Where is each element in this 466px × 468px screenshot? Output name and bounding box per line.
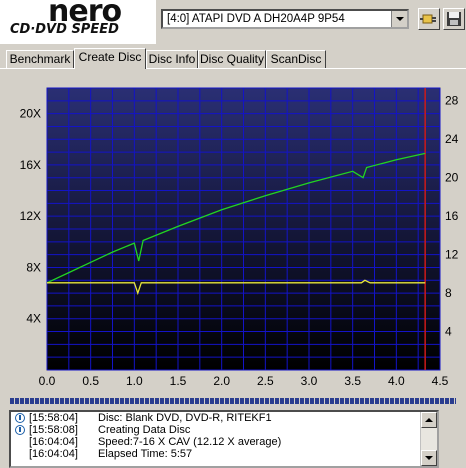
- y-right-tick-label: 24: [445, 132, 459, 146]
- info-icon: [15, 413, 25, 423]
- x-tick-label: 4.0: [388, 374, 405, 388]
- x-tick-label: 0.5: [82, 374, 99, 388]
- y-right-tick-label: 8: [445, 286, 452, 300]
- y-right-tick-label: 20: [445, 171, 459, 185]
- scroll-up-icon[interactable]: [421, 412, 437, 428]
- tab-disc-quality[interactable]: Disc Quality: [198, 50, 266, 68]
- logo: nero CD·DVD SPEED: [0, 0, 156, 44]
- y-right-tick-label: 4: [445, 325, 452, 339]
- drive-selector-value: [4:0] ATAPI DVD A DH20A4P 9P54: [167, 13, 345, 25]
- log-panel: [15:58:04] Disc: Blank DVD, DVD-R, RITEK…: [9, 410, 439, 468]
- log-time: [16:04:04]: [29, 436, 78, 448]
- y-right-tick-label: 28: [445, 94, 459, 108]
- speed-chart: 0.0 0.5 1.0 1.5 2.0 2.5 3.0 3.5 4.0 4.5 4X 8X 12X 16X…: [20, 87, 459, 388]
- log-entry: [15:58:04] Disc: Blank DVD, DVD-R, RITEK…: [11, 412, 437, 424]
- disk-save-icon: [447, 12, 461, 26]
- tab-benchmark[interactable]: Benchmark: [6, 50, 74, 68]
- tab-disc-info[interactable]: Disc Info: [146, 50, 198, 68]
- log-message: Elapsed Time: 5:57: [98, 448, 193, 460]
- y-left-tick-label: 12X: [20, 209, 41, 223]
- x-tick-label: 3.0: [301, 374, 318, 388]
- logo-product: CD·DVD SPEED: [10, 22, 119, 37]
- x-tick-label: 2.0: [213, 374, 230, 388]
- progress-strip: [10, 398, 456, 404]
- y-right-tick-label: 12: [445, 248, 459, 262]
- connect-button[interactable]: [418, 8, 440, 30]
- log-entry: [15:58:08] Creating Data Disc: [11, 424, 437, 436]
- log-time: [15:58:08]: [29, 424, 78, 436]
- plug-icon: [420, 14, 436, 24]
- drive-selector[interactable]: [4:0] ATAPI DVD A DH20A4P 9P54: [161, 9, 409, 29]
- y-right-tick-label: 16: [445, 209, 459, 223]
- x-tick-label: 1.0: [126, 374, 143, 388]
- info-icon: [15, 425, 25, 435]
- x-tick-label: 1.5: [170, 374, 187, 388]
- y-left-tick-label: 8X: [26, 260, 41, 274]
- x-tick-label: 4.5: [432, 374, 449, 388]
- log-message: Disc: Blank DVD, DVD-R, RITEKF1: [98, 412, 272, 424]
- log-entry: [16:04:04] Speed:7-16 X CAV (12.12 X ave…: [11, 436, 437, 448]
- y-left-tick-label: 4X: [26, 312, 41, 326]
- x-tick-label: 3.5: [344, 374, 361, 388]
- log-time: [16:04:04]: [29, 448, 78, 460]
- x-tick-label: 0.0: [39, 374, 56, 388]
- log-entry: [16:04:04] Elapsed Time: 5:57: [11, 448, 437, 460]
- log-time: [15:58:04]: [29, 412, 78, 424]
- tab-scandisc[interactable]: ScanDisc: [266, 50, 326, 68]
- y-left-tick-label: 20X: [20, 107, 41, 121]
- log-message: Creating Data Disc: [98, 424, 191, 436]
- log-scrollbar[interactable]: [420, 412, 437, 466]
- y-left-tick-label: 16X: [20, 158, 41, 172]
- chevron-down-icon[interactable]: [391, 11, 407, 27]
- save-button[interactable]: [443, 8, 465, 30]
- create-disc-panel: 0.0 0.5 1.0 1.5 2.0 2.5 3.0 3.5 4.0 4.5 4X 8X 12X 16X…: [0, 68, 466, 398]
- tab-bar: Benchmark Create Disc Disc Info Disc Qua…: [6, 48, 466, 69]
- x-tick-label: 2.5: [257, 374, 274, 388]
- log-message: Speed:7-16 X CAV (12.12 X average): [98, 436, 282, 448]
- tab-create-disc[interactable]: Create Disc: [74, 48, 146, 69]
- scroll-down-icon[interactable]: [421, 450, 437, 466]
